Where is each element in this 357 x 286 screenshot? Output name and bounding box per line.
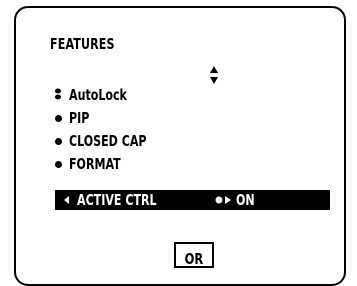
toggle-icon	[215, 196, 231, 204]
active-ctrl-row[interactable]: ACTIVE CTRL ON	[55, 190, 330, 210]
or-button-label: OR	[184, 250, 204, 268]
selected-bullet-icon	[55, 88, 61, 100]
bullet-icon	[55, 115, 62, 122]
active-ctrl-label: ACTIVE CTRL	[77, 191, 157, 209]
menu-item-autolock[interactable]: AutoLock	[55, 84, 164, 107]
menu-item-closed-cap[interactable]: CLOSED CAP	[55, 130, 164, 153]
menu-title: FEATURES	[50, 35, 115, 53]
up-down-arrows-icon	[210, 66, 218, 84]
bullet-icon	[55, 138, 62, 145]
active-ctrl-value: ON	[236, 191, 255, 209]
menu-item-label: PIP	[69, 109, 90, 127]
menu-item-label: FORMAT	[69, 155, 121, 173]
bullet-icon	[55, 161, 62, 168]
menu-list: AutoLock PIP CLOSED CAP FORMAT	[55, 84, 164, 176]
menu-item-label: AutoLock	[69, 86, 127, 104]
menu-item-label: CLOSED CAP	[69, 132, 147, 150]
menu-item-pip[interactable]: PIP	[55, 107, 164, 130]
left-arrow-icon	[64, 196, 69, 204]
menu-item-format[interactable]: FORMAT	[55, 153, 164, 176]
or-button[interactable]: OR	[174, 242, 214, 268]
